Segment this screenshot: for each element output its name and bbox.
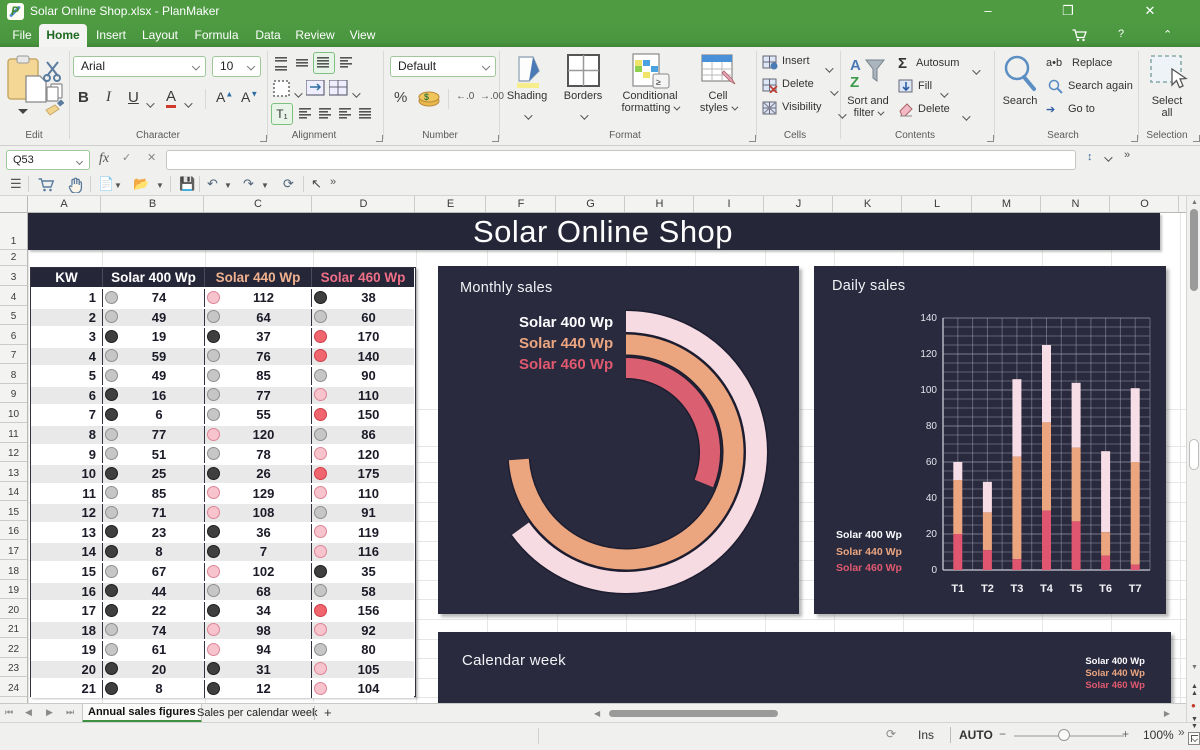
svg-text:100: 100 — [920, 385, 937, 396]
svg-text:40: 40 — [926, 493, 938, 504]
svg-text:T7: T7 — [1129, 583, 1142, 595]
svg-text:140: 140 — [920, 313, 937, 324]
svg-text:A: A — [850, 57, 861, 74]
svg-text:20: 20 — [926, 529, 938, 540]
svg-text:T4: T4 — [1040, 583, 1054, 595]
svg-text:80: 80 — [926, 421, 938, 432]
svg-text:T2: T2 — [981, 583, 994, 595]
svg-text:0: 0 — [931, 565, 937, 576]
svg-text:T3: T3 — [1010, 583, 1023, 595]
svg-text:60: 60 — [926, 457, 938, 468]
svg-text:≥: ≥ — [656, 77, 661, 87]
svg-text:$: $ — [424, 92, 429, 102]
svg-text:Z: Z — [850, 74, 859, 91]
svg-text:T1: T1 — [951, 583, 964, 595]
svg-text:120: 120 — [920, 349, 937, 360]
svg-text:T6: T6 — [1099, 583, 1112, 595]
svg-text:T5: T5 — [1070, 583, 1083, 595]
